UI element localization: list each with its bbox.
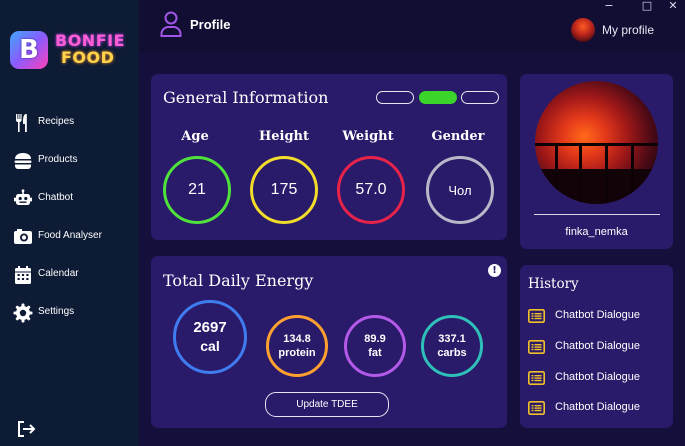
sidebar-item-label: Chatbot	[38, 192, 74, 203]
update-tdee-button[interactable]: Update TDEE	[265, 392, 389, 417]
gender-ring: Чол	[426, 156, 494, 224]
sidebar-item-label: Settings	[38, 306, 75, 317]
weight-value: 57.0	[355, 181, 387, 198]
protein-unit: protein	[278, 347, 316, 359]
sidebar-item-products[interactable]: Products	[13, 149, 133, 173]
weight-ring: 57.0	[337, 156, 405, 224]
avatar	[571, 18, 595, 42]
calories-unit: cal	[200, 338, 220, 354]
carbs-unit: carbs	[437, 347, 467, 359]
toggle-3[interactable]	[461, 91, 499, 104]
stat-label-weight: Weight	[342, 129, 394, 144]
history-item[interactable]: Chatbot Dialogue	[528, 400, 668, 416]
info-icon[interactable]: !	[488, 264, 501, 277]
sidebar-item-settings[interactable]: Settings	[13, 301, 133, 325]
my-profile-label: My profile	[602, 23, 655, 37]
sidebar-item-recipes[interactable]: Recipes	[13, 111, 133, 135]
robot-icon	[14, 189, 32, 205]
close-button[interactable]: ✕	[666, 0, 680, 12]
history-item-label: Chatbot Dialogue	[555, 309, 641, 321]
height-value: 175	[270, 181, 298, 198]
logo-badge-letter: B	[19, 35, 39, 65]
history-item[interactable]: Chatbot Dialogue	[528, 339, 668, 355]
calendar-icon	[15, 266, 31, 284]
calories-ring: 2697 cal	[173, 300, 247, 374]
chat-log-icon	[528, 309, 545, 323]
age-value: 21	[188, 181, 206, 198]
fork-knife-icon	[16, 114, 27, 132]
logout-icon[interactable]	[16, 420, 36, 438]
fat-ring: 89.9 fat	[344, 315, 406, 377]
general-information-card: General Information Age Height Weight Ge…	[151, 74, 507, 240]
fat-value: 89.9	[364, 333, 386, 345]
height-ring: 175	[250, 156, 318, 224]
gender-value: Чол	[448, 182, 472, 198]
stat-label-gender: Gender	[431, 129, 485, 144]
history-item[interactable]: Chatbot Dialogue	[528, 308, 668, 324]
logo-text: BONFIE FOOD	[55, 32, 125, 66]
app-logo: B BONFIE FOOD	[10, 31, 130, 73]
toggle-2[interactable]	[419, 91, 457, 104]
history-card: History Chatbot Dialogue Chatbot Dialogu…	[520, 265, 673, 428]
sidebar-item-calendar[interactable]: Calendar	[13, 263, 133, 287]
carbs-value: 337.1	[438, 333, 466, 345]
logo-badge: B	[10, 31, 48, 69]
profile-picture	[535, 81, 658, 204]
chat-log-icon	[528, 401, 545, 415]
history-title: History	[528, 276, 579, 292]
minimize-button[interactable]: −	[602, 0, 616, 12]
toggle-1[interactable]	[376, 91, 414, 104]
camera-icon	[14, 229, 32, 244]
maximize-button[interactable]: □	[640, 0, 654, 12]
sidebar-item-label: Products	[38, 154, 78, 165]
history-item-label: Chatbot Dialogue	[555, 401, 641, 413]
chat-log-icon	[528, 371, 545, 385]
sidebar-item-label: Recipes	[38, 116, 75, 127]
profile-divider	[534, 214, 660, 215]
history-item-label: Chatbot Dialogue	[555, 340, 641, 352]
history-item-label: Chatbot Dialogue	[555, 371, 641, 383]
sidebar: B BONFIE FOOD Recipes Products Chatbot F…	[0, 0, 139, 446]
sidebar-item-label: Food Analyser	[38, 230, 102, 241]
history-item[interactable]: Chatbot Dialogue	[528, 370, 668, 386]
page-title: Profile	[190, 17, 231, 32]
gear-icon	[13, 303, 33, 323]
my-profile-button[interactable]: My profile	[571, 18, 681, 42]
age-ring: 21	[163, 156, 231, 224]
sidebar-item-chatbot[interactable]: Chatbot	[13, 187, 133, 211]
calories-value: 2697	[193, 319, 227, 336]
chat-log-icon	[528, 340, 545, 354]
user-icon	[160, 11, 182, 37]
profile-card: finka_nemka	[520, 74, 673, 249]
sidebar-item-food-analyser[interactable]: Food Analyser	[13, 225, 133, 249]
total-daily-energy-card: Total Daily Energy ! 2697 cal 134.8 prot…	[151, 256, 507, 428]
stat-label-age: Age	[181, 129, 209, 144]
burger-icon	[14, 153, 32, 169]
protein-ring: 134.8 protein	[266, 315, 328, 377]
protein-value: 134.8	[283, 333, 311, 345]
logo-line-2: FOOD	[61, 48, 115, 67]
general-information-title: General Information	[163, 88, 329, 107]
logo-line-1: BONFIE	[55, 31, 125, 50]
stat-label-height: Height	[258, 129, 310, 144]
total-daily-energy-title: Total Daily Energy	[163, 271, 314, 290]
fat-unit: fat	[368, 347, 382, 359]
profile-username: finka_nemka	[565, 226, 628, 238]
carbs-ring: 337.1 carbs	[421, 315, 483, 377]
sidebar-item-label: Calendar	[38, 268, 79, 279]
